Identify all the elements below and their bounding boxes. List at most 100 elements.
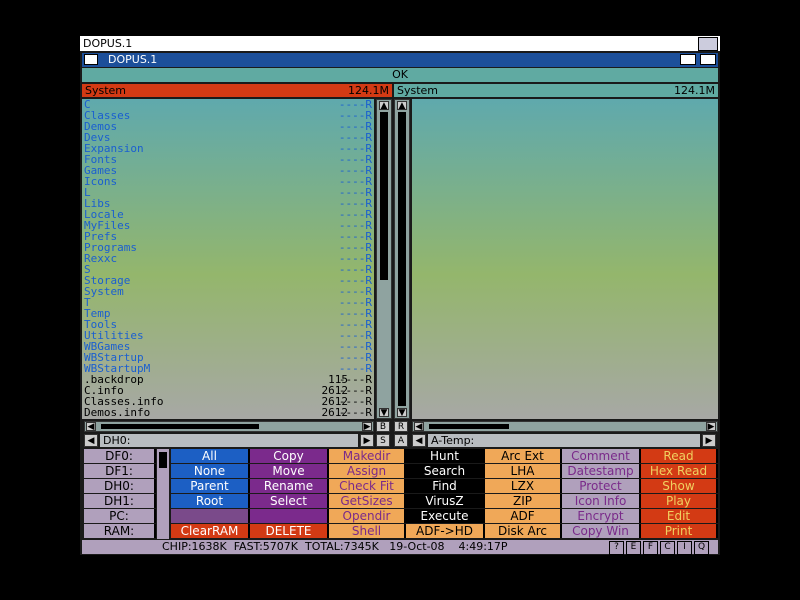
right-vertical-scrollbar[interactable]: ▲ ▼ bbox=[394, 99, 410, 419]
function-button[interactable]: Icon Info bbox=[562, 494, 641, 508]
list-item[interactable]: Classes ----R bbox=[82, 110, 374, 121]
function-button[interactable]: Shell bbox=[329, 524, 406, 538]
function-button[interactable]: Protect bbox=[562, 479, 641, 493]
function-button[interactable]: Rename bbox=[250, 479, 329, 493]
list-item[interactable]: Libs ----R bbox=[82, 198, 374, 209]
function-button[interactable]: Makedir bbox=[329, 449, 406, 463]
left-path-field[interactable]: DH0: bbox=[100, 434, 358, 447]
left-horizontal-scrollbar[interactable]: ◀ ▶ bbox=[84, 421, 374, 432]
list-item[interactable]: MyFiles ----R bbox=[82, 220, 374, 231]
function-button[interactable]: Copy bbox=[250, 449, 329, 463]
screen-depth-icon[interactable] bbox=[698, 37, 718, 51]
window-title-bar[interactable]: DOPUS.1 bbox=[82, 53, 718, 67]
scroll-down-icon[interactable]: ▼ bbox=[397, 408, 407, 418]
function-button[interactable]: LZX bbox=[485, 479, 562, 493]
drive-button[interactable]: PC: bbox=[84, 509, 156, 523]
scroll-up-icon[interactable]: ▲ bbox=[379, 101, 389, 111]
status-button[interactable]: F bbox=[643, 541, 658, 555]
function-button[interactable]: Root bbox=[171, 494, 250, 508]
left-path-prev-icon[interactable]: ◀ bbox=[84, 434, 98, 447]
buffer-a-button[interactable]: A bbox=[394, 434, 408, 447]
zoom-icon[interactable] bbox=[680, 54, 696, 65]
scroll-right-icon[interactable]: ▶ bbox=[706, 422, 716, 432]
function-button[interactable]: Select bbox=[250, 494, 329, 508]
function-button[interactable]: Opendir bbox=[329, 509, 406, 523]
function-button[interactable]: Parent bbox=[171, 479, 250, 493]
scroll-right-icon[interactable]: ▶ bbox=[362, 422, 372, 432]
list-item[interactable]: Storage ----R bbox=[82, 275, 374, 286]
status-button[interactable]: C bbox=[660, 541, 675, 555]
drive-button[interactable]: RAM: bbox=[84, 524, 156, 538]
scroll-up-icon[interactable]: ▲ bbox=[397, 101, 407, 111]
list-item[interactable]: L ----R bbox=[82, 187, 374, 198]
function-button[interactable]: VirusZ bbox=[406, 494, 485, 508]
list-item[interactable]: Fonts ----R bbox=[82, 154, 374, 165]
function-button[interactable]: Play bbox=[641, 494, 718, 508]
drive-button[interactable]: DH1: bbox=[84, 494, 156, 508]
function-button[interactable]: Hex Read bbox=[641, 464, 718, 478]
function-button[interactable]: Copy Win bbox=[562, 524, 641, 538]
close-icon[interactable] bbox=[84, 54, 98, 65]
function-button[interactable]: None bbox=[171, 464, 250, 478]
status-button[interactable]: E bbox=[626, 541, 641, 555]
function-button[interactable]: All bbox=[171, 449, 250, 463]
function-button[interactable] bbox=[250, 509, 329, 523]
right-horizontal-scrollbar[interactable]: ◀ ▶ bbox=[412, 421, 718, 432]
function-button[interactable]: Hunt bbox=[406, 449, 485, 463]
list-item[interactable]: Temp ----R bbox=[82, 308, 374, 319]
left-hscroll-thumb[interactable] bbox=[101, 424, 259, 429]
drive-button[interactable]: DH0: bbox=[84, 479, 156, 493]
list-item[interactable]: Programs ----R bbox=[82, 242, 374, 253]
function-button[interactable]: Move bbox=[250, 464, 329, 478]
buffer-s-button[interactable]: S bbox=[376, 434, 390, 447]
function-button[interactable]: ADF bbox=[485, 509, 562, 523]
function-button[interactable]: LHA bbox=[485, 464, 562, 478]
button-bank-scrollbar[interactable] bbox=[157, 449, 169, 539]
right-lister-header[interactable]: System 124.1M bbox=[394, 84, 718, 97]
function-button[interactable]: Datestamp bbox=[562, 464, 641, 478]
right-path-field[interactable]: A-Temp: bbox=[428, 434, 700, 447]
function-button[interactable] bbox=[171, 509, 250, 523]
function-button[interactable]: ClearRAM bbox=[171, 524, 250, 538]
scroll-left-icon[interactable]: ◀ bbox=[86, 422, 96, 432]
list-item[interactable]: Icons ----R bbox=[82, 176, 374, 187]
scroll-left-icon[interactable]: ◀ bbox=[414, 422, 424, 432]
screen-title-bar[interactable]: DOPUS.1 bbox=[80, 36, 720, 51]
function-button[interactable]: Find bbox=[406, 479, 485, 493]
left-path-next-icon[interactable]: ▶ bbox=[360, 434, 374, 447]
list-item[interactable]: Demos ----R bbox=[82, 121, 374, 132]
left-scroll-thumb[interactable] bbox=[380, 112, 388, 280]
function-button[interactable]: Show bbox=[641, 479, 718, 493]
function-button[interactable]: Search bbox=[406, 464, 485, 478]
button-bank-scroll-thumb[interactable] bbox=[159, 452, 167, 468]
right-path-next-icon[interactable]: ▶ bbox=[702, 434, 716, 447]
function-button[interactable]: DELETE bbox=[250, 524, 329, 538]
scroll-down-icon[interactable]: ▼ bbox=[379, 408, 389, 418]
function-button[interactable]: Print bbox=[641, 524, 718, 538]
list-item[interactable]: Games ----R bbox=[82, 165, 374, 176]
list-item[interactable]: Rexxc ----R bbox=[82, 253, 374, 264]
function-button[interactable]: Comment bbox=[562, 449, 641, 463]
right-path-prev-icon[interactable]: ◀ bbox=[412, 434, 426, 447]
drive-button[interactable]: DF1: bbox=[84, 464, 156, 478]
function-button[interactable]: Assign bbox=[329, 464, 406, 478]
list-item[interactable]: Demos.info 2612 ----R bbox=[82, 407, 374, 418]
depth-icon[interactable] bbox=[700, 54, 716, 65]
function-button[interactable]: Arc Ext bbox=[485, 449, 562, 463]
list-item[interactable]: T ----R bbox=[82, 297, 374, 308]
function-button[interactable]: Encrypt bbox=[562, 509, 641, 523]
function-button[interactable]: Edit bbox=[641, 509, 718, 523]
left-lister-header[interactable]: System 124.1M bbox=[82, 84, 392, 97]
buffer-b-button[interactable]: B bbox=[376, 421, 390, 432]
status-button[interactable]: I bbox=[677, 541, 692, 555]
function-button[interactable]: Read bbox=[641, 449, 718, 463]
ok-button[interactable]: OK bbox=[82, 68, 718, 82]
function-button[interactable]: ADF->HD bbox=[406, 524, 485, 538]
drive-button[interactable]: DF0: bbox=[84, 449, 156, 463]
right-hscroll-thumb[interactable] bbox=[429, 424, 509, 429]
buffer-r-button[interactable]: R bbox=[394, 421, 408, 432]
left-vertical-scrollbar[interactable]: ▲ ▼ bbox=[376, 99, 392, 419]
right-file-list[interactable] bbox=[412, 99, 718, 419]
status-button[interactable]: Q bbox=[694, 541, 709, 555]
status-button[interactable]: ? bbox=[609, 541, 624, 555]
